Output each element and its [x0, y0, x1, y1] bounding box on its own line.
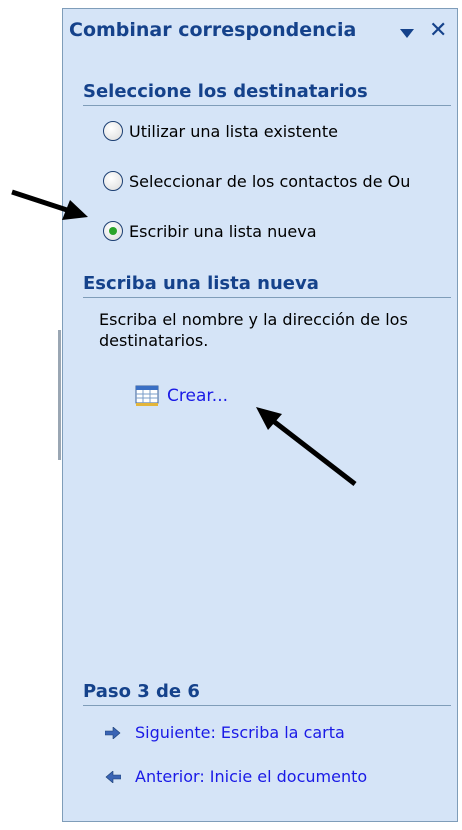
mail-merge-task-pane: Combinar correspondencia ✕ Seleccione lo…: [62, 8, 458, 822]
new-list-description: Escriba el nombre y la dirección de los …: [99, 310, 408, 350]
next-step-link[interactable]: Siguiente: Escriba la carta: [105, 723, 345, 742]
radio-button-icon[interactable]: [103, 121, 123, 141]
next-step-label: Siguiente: Escriba la carta: [135, 723, 345, 742]
radio-button-checked-icon[interactable]: [103, 221, 123, 241]
radio-use-existing-list[interactable]: Utilizar una lista existente: [103, 117, 338, 145]
dropdown-arrow-icon[interactable]: [400, 29, 414, 38]
section-heading-new-list: Escriba una lista nueva: [83, 273, 451, 298]
radio-label: Seleccionar de los contactos de Ou: [129, 171, 411, 191]
section-heading-step: Paso 3 de 6: [83, 681, 451, 706]
table-icon: [135, 385, 159, 406]
arrow-right-icon: [105, 726, 121, 739]
radio-button-icon[interactable]: [103, 171, 123, 191]
task-pane-titlebar: Combinar correspondencia ✕: [63, 9, 457, 55]
radio-select-outlook-contacts[interactable]: Seleccionar de los contactos de Ou: [103, 167, 410, 195]
radio-type-new-list[interactable]: Escribir una lista nueva: [103, 217, 317, 245]
window-edge-rule: [58, 330, 61, 460]
create-link-label: Crear...: [167, 386, 229, 406]
arrow-left-icon: [105, 770, 121, 783]
previous-step-label: Anterior: Inicie el documento: [135, 767, 368, 786]
radio-label: Escribir una lista nueva: [129, 221, 317, 241]
radio-label: Utilizar una lista existente: [129, 121, 338, 141]
previous-step-link[interactable]: Anterior: Inicie el documento: [105, 767, 367, 786]
create-list-link[interactable]: Crear...: [135, 385, 228, 407]
section-heading-select-recipients: Seleccione los destinatarios: [83, 81, 451, 106]
task-pane-title: Combinar correspondencia: [69, 19, 357, 41]
close-icon[interactable]: ✕: [429, 19, 447, 43]
